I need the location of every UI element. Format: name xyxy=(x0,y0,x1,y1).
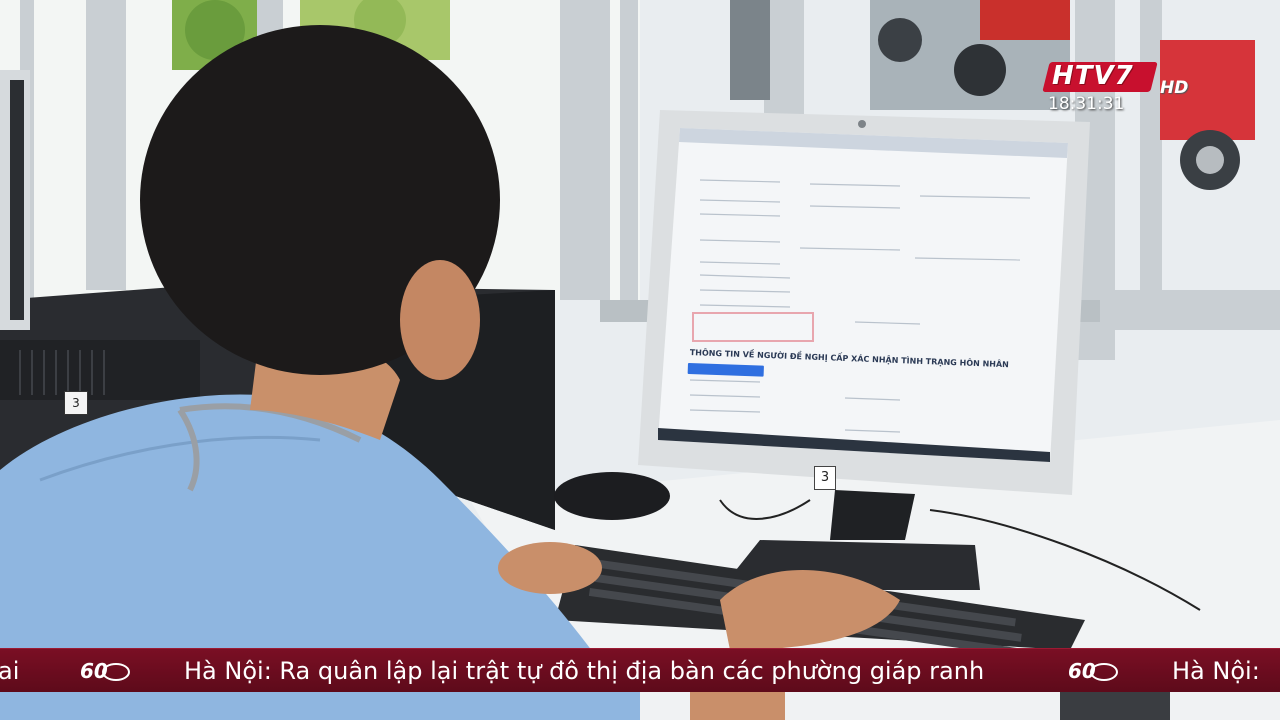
monitor-number-label: 3 xyxy=(814,466,836,490)
mouse xyxy=(554,472,670,520)
tower-number-label: 3 xyxy=(64,391,88,415)
ticker-logo-icon: 60 xyxy=(1068,659,1118,683)
broadcast-clock: 18:31:31 xyxy=(1048,94,1125,114)
photo-scene: THÔNG TIN VỀ NGƯỜI ĐỀ NGHỊ CẤP XÁC NHẬN … xyxy=(0,0,1280,720)
ticker-right-fragment: Hà Nội: xyxy=(1172,657,1260,685)
channel-logo: HTV7 xyxy=(1052,61,1134,91)
hp-logo xyxy=(858,120,866,128)
ticker-left-fragment: ai xyxy=(0,657,20,685)
ticker-headline: Hà Nội: Ra quân lập lại trật tự đô thị đ… xyxy=(184,657,985,685)
bottom-photo-strip xyxy=(0,692,1280,720)
news-ticker: ai 60 Hà Nội: Ra quân lập lại trật tự đô… xyxy=(0,648,1280,694)
ticker-logo-icon: 60 xyxy=(80,659,130,683)
hd-badge: HD xyxy=(1160,78,1189,98)
person-ear xyxy=(400,260,480,380)
left-hand xyxy=(498,542,602,594)
monitor-screen xyxy=(658,128,1068,462)
